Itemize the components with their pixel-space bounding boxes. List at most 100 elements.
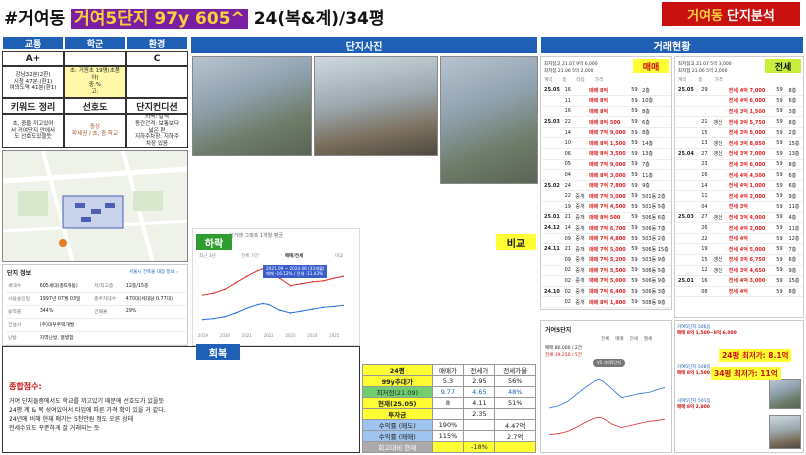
series-point [278, 309, 281, 311]
rent-row[interactable]: 04 전세 3억 59 11층 [676, 201, 803, 213]
listing-1[interactable]: 거여5단지 506동 매매 8억 1,500~8억 6,000 [677, 325, 767, 338]
series-point [235, 282, 237, 284]
sale-cell: 매매 8억 1,800 [587, 296, 630, 308]
rent-row[interactable]: 26 전세 4억 2,000 59 11층 [676, 222, 803, 234]
rent-cell [711, 201, 727, 213]
rent-cell: 6층 [786, 180, 803, 192]
sale-row[interactable]: 05 매매 7억 9,000 59 7층 [542, 159, 671, 171]
rent-cell: 59 [774, 254, 787, 266]
sale-row[interactable]: 22 중개 매매 7억 5,000 59 501동 2층 [542, 190, 671, 203]
rent-row[interactable]: 15 전세 3억 5,000 59 2층 [676, 127, 803, 139]
rent-row[interactable]: 전세 3억 1,500 59 3층 [676, 106, 803, 118]
listing-photo-1[interactable] [769, 379, 801, 409]
sale-row[interactable]: 02중개매매 7억 6,40059501동 6층 [542, 307, 671, 309]
rent-cell: 전세 3억 7,000 [726, 148, 775, 160]
sale-cell: 59 [629, 180, 641, 192]
rent-row[interactable]: 19 전세 4억 5,000 59 7층 [676, 243, 803, 255]
sale-row[interactable]: 09 중개 매매 7억 4,800 59 503동 2층 [542, 233, 671, 245]
sale-row[interactable]: 10 매매 8억 1,500 59 14층 [542, 137, 671, 150]
sale-cell: 중개 [573, 243, 588, 255]
rent-row[interactable]: 08 전세 4억 59 8층 [676, 286, 803, 298]
info-row: 건설사 (주)대우주택개발 [6, 318, 186, 332]
rent-row[interactable]: 16 전세 4억 4,500 59 6층 [676, 169, 803, 181]
rent-row[interactable]: 15 갱신 전세 3억 6,750 59 6층 [676, 254, 803, 266]
rent-row[interactable]: 21 갱신 전세 3억 5,750 59 8층 [676, 116, 803, 128]
sale-row[interactable]: 06 매매 8억 3,500 59 13층 [542, 148, 671, 160]
rent-row[interactable]: 14 전세 4억 1,000 59 6층 [676, 180, 803, 192]
sale-cell [573, 116, 588, 128]
sale-row[interactable]: 24.11 21 중개 매매 7억 5,000 59 506동 15층 [542, 243, 671, 255]
photo-street[interactable] [314, 56, 438, 156]
sale-row[interactable]: 25.03 22 매매 8억 500 59 6층 [542, 116, 671, 128]
rent-row[interactable]: 22 전세 4억 59 12층 [676, 233, 803, 245]
series-point [213, 317, 215, 320]
mini-tab-sale[interactable]: 매매 [615, 336, 623, 342]
sale-cell: 매매 8억 500 [587, 116, 630, 128]
sale-row[interactable]: 09 중개 매매 7억 5,200 59 503동 9층 [542, 254, 671, 266]
sale-cell [542, 127, 563, 139]
photo-building-1[interactable] [192, 56, 312, 156]
sale-cell [542, 137, 563, 150]
rent-row[interactable]: 13 갱신 전세 3억 8,850 59 15층 [676, 137, 803, 150]
info-header: 단지 정보 [7, 270, 32, 277]
sale-row[interactable]: 16 매매 8억 59 8층 [542, 106, 671, 118]
keyword-label: 키워드 정리 [2, 98, 64, 114]
compare-cell: 99y추대가 [362, 375, 433, 387]
rent-cell [711, 106, 727, 118]
rent-cell: 8층 [786, 159, 803, 171]
sale-cell: 10 [562, 137, 574, 150]
sale-row[interactable]: 04 매매 8억 3,000 59 11층 [542, 169, 671, 181]
rent-cell: 59 [774, 212, 787, 224]
rent-row[interactable]: 25.01 16 전세 4억 3,000 59 15층 [676, 275, 803, 287]
compare-cell: 최저점(21.09) [362, 386, 433, 398]
rent-row[interactable]: 전세 4억 6,000 59 6층 [676, 95, 803, 107]
rent-row[interactable]: 25.03 27 갱신 전세 3억 4,000 59 4층 [676, 212, 803, 224]
sale-row[interactable]: 25.01 21 중개 매매 8억 500 59 506동 6층 [542, 212, 671, 224]
sale-row[interactable]: 02 중개 매매 7억 5,500 59 506동 5층 [542, 265, 671, 277]
sale-cell: 21 [562, 212, 574, 224]
rent-cell: 6층 [786, 95, 803, 107]
sale-row[interactable]: 11 매매 8억 59 10층 [542, 95, 671, 107]
rent-row[interactable]: 23 전세 3억 6,000 59 8층 [676, 159, 803, 171]
complex-map[interactable] [2, 150, 188, 262]
info-panel: 단지 정보 서울시 건축물 대장 정보 › 세대수 605세대(총6개동) 저/최고… [2, 264, 188, 346]
listing-photo-2[interactable] [769, 415, 801, 449]
rent-cell: 59 [774, 286, 787, 298]
sale-cell: 8층 [640, 127, 671, 139]
compare-cell: 2.35 [463, 408, 496, 420]
sale-cell: 506동 3층 [640, 286, 671, 298]
sale-row[interactable]: 02 중개 매매 8억 1,800 59 508동 9층 [542, 296, 671, 308]
sale-col-type: 타입 [576, 78, 585, 83]
rent-cell: 전세 4억 [726, 233, 775, 245]
sale-cell [573, 148, 588, 160]
mini-tab-monthly[interactable]: 월세 [644, 336, 652, 342]
sale-row[interactable]: 14 매매 7억 9,000 59 8층 [542, 127, 671, 139]
sale-row[interactable]: 02 중개 매매 7억 5,000 59 506동 9층 [542, 275, 671, 287]
sale-cell [573, 169, 588, 181]
sale-row[interactable]: 25.05 16 매매 8억 59 2층 [542, 85, 671, 97]
rent-row[interactable]: 11 전세 4억 2,000 59 9층 [676, 190, 803, 203]
photo-building-2[interactable] [440, 56, 538, 184]
mini-tab-rent[interactable]: 전세 [630, 336, 638, 342]
rent-cell: 59 [774, 201, 787, 213]
header-school: 학군 [64, 36, 126, 50]
sale-row[interactable]: 19 중개 매매 7억 4,500 59 501동 5층 [542, 201, 671, 213]
sale-cell [542, 201, 563, 213]
series-point [202, 318, 204, 321]
sale-cell: 506동 7층 [640, 222, 671, 234]
sale-cell: 25.03 [542, 116, 563, 128]
rent-cell: 59 [774, 222, 787, 234]
mini-tab-all[interactable]: 전체 [601, 336, 609, 342]
sale-cell: 05 [562, 159, 574, 171]
rent-row[interactable]: 12 갱신 전세 3억 4,650 59 9층 [676, 265, 803, 277]
compare-cell: 2.95 [463, 375, 496, 387]
sale-row[interactable]: 25.02 24 매매 7억 7,800 59 9층 [542, 180, 671, 192]
listing-3[interactable]: 거여5단지 501동 매매 8억 2,000 [677, 399, 767, 412]
sale-cell: 59 [629, 137, 641, 150]
sale-row[interactable]: 24.10 02 중개 매매 7억 6,400 59 506동 3층 [542, 286, 671, 298]
x-tick-label: 2020 [220, 333, 231, 338]
rent-row[interactable]: 25.05 29 전세 4억 7,000 59 8층 [676, 85, 803, 97]
info-link[interactable]: 서울시 건축물 대장 정보 › [129, 269, 178, 275]
rent-row[interactable]: 25.04 27 갱신 전세 3억 7,000 59 13층 [676, 148, 803, 160]
sale-row[interactable]: 24.12 14 중개 매매 7억 6,700 59 506동 7층 [542, 222, 671, 234]
